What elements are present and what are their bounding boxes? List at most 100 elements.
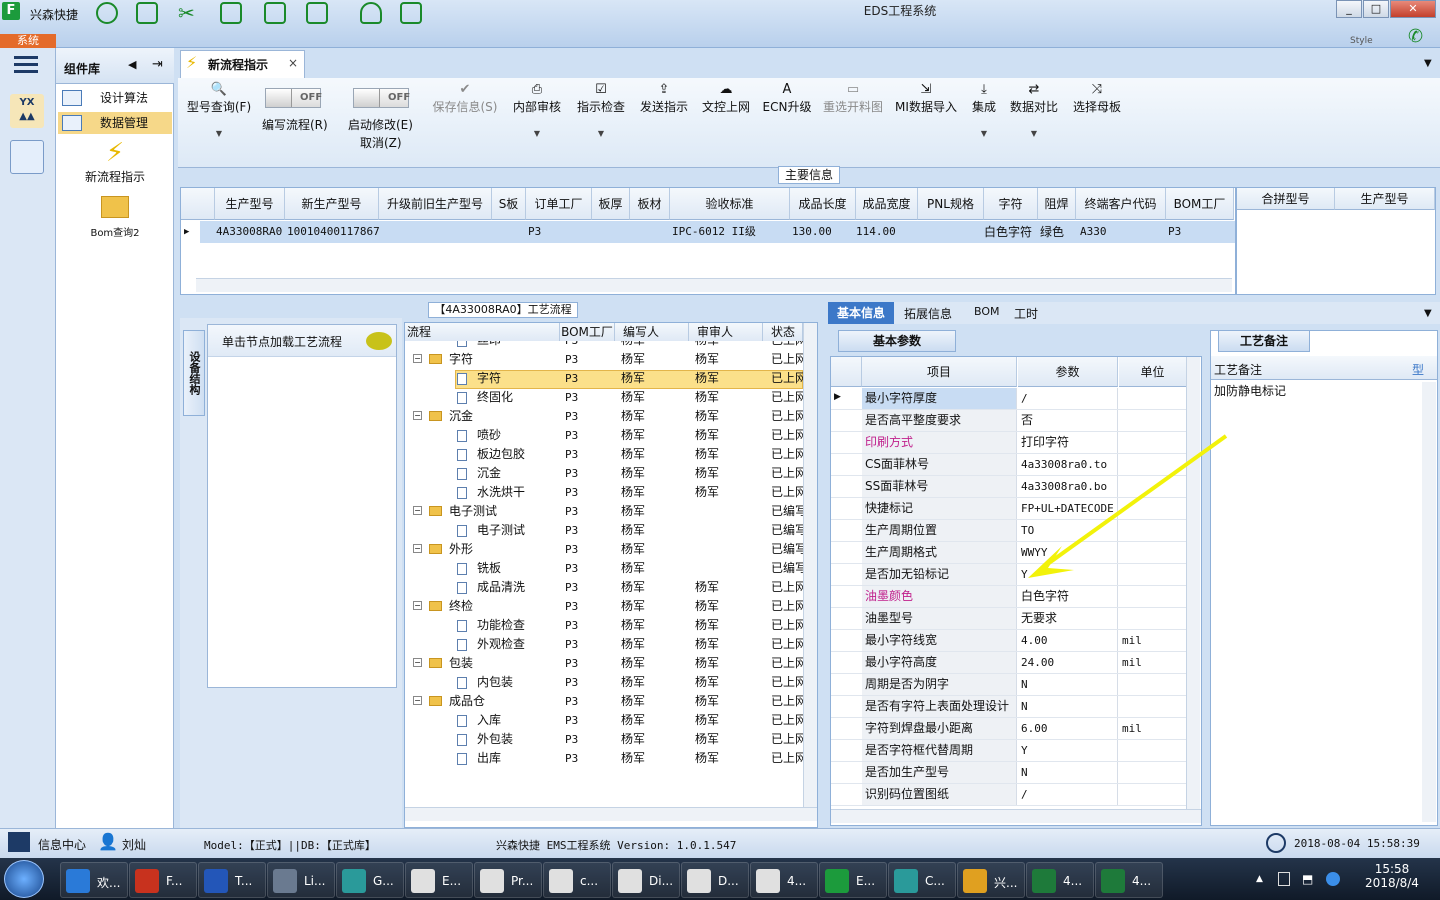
chevron-down-icon[interactable]: ▼ <box>1424 58 1432 69</box>
taskbar-item[interactable]: E... <box>819 862 887 898</box>
taskbar-item[interactable]: Li... <box>267 862 335 898</box>
taskbar-item[interactable]: 兴... <box>957 862 1025 898</box>
system-tab[interactable]: 系统 <box>0 34 56 48</box>
doc-upload-button[interactable]: ☁ 文控上网 <box>700 82 752 115</box>
save-info-button[interactable]: ✔ 保存信息(S) <box>430 82 500 115</box>
component-item-design-algorithm[interactable]: 设计算法 <box>58 87 172 109</box>
parameter-value[interactable]: Y <box>1018 740 1118 761</box>
select-motherboard-button[interactable]: ⤨ 选择母板 <box>1070 82 1124 115</box>
parameter-value[interactable]: 6.00 <box>1018 718 1118 739</box>
column-header[interactable]: 合拼型号 <box>1237 188 1335 210</box>
parameter-row[interactable]: 油墨型号 无要求 <box>831 608 1186 630</box>
collapse-toggle-icon[interactable]: − <box>413 601 422 610</box>
taskbar-item[interactable]: 欢... <box>60 862 128 898</box>
collapse-toggle-icon[interactable]: − <box>413 658 422 667</box>
tab-work-hours[interactable]: 工时 <box>1014 305 1038 322</box>
collapse-left-icon[interactable]: ◀ <box>128 58 136 71</box>
parameter-row[interactable]: 字符到焊盘最小距离 6.00 mil <box>831 718 1186 740</box>
tab-close-icon[interactable]: × <box>288 56 298 70</box>
pin-icon[interactable]: ⇥ <box>152 57 163 72</box>
tray-app-icon[interactable] <box>1326 872 1340 886</box>
parameter-row[interactable]: 识别码位置图纸 / <box>831 784 1186 806</box>
taskbar-item[interactable]: c... <box>543 862 611 898</box>
column-header[interactable]: PNL规格 <box>918 188 984 220</box>
basic-parameter-title[interactable]: 基本参数 <box>838 330 956 352</box>
parameter-value[interactable]: N <box>1018 762 1118 783</box>
menu-icon[interactable] <box>14 56 38 74</box>
column-header[interactable]: 单位 <box>1119 357 1187 387</box>
column-header[interactable]: 板厚 <box>592 188 630 220</box>
taskbar-item[interactable]: Di... <box>612 862 680 898</box>
horizontal-scrollbar[interactable] <box>405 807 817 821</box>
taskbar-item[interactable]: 4... <box>1026 862 1094 898</box>
parameter-row[interactable]: 是否高平整度要求否 <box>831 410 1186 432</box>
cancel-button[interactable]: 取消(Z) <box>360 134 402 151</box>
column-header[interactable]: 生产型号 <box>215 188 285 220</box>
parameter-row[interactable]: 是否有字符上表面处理设计 N <box>831 696 1186 718</box>
taskbar-item[interactable]: Pr... <box>474 862 542 898</box>
column-header[interactable]: 验收标准 <box>670 188 790 220</box>
tree-row[interactable]: − 电子测试 P3 杨军 已编写 <box>405 502 803 521</box>
taskbar-item[interactable]: F... <box>129 862 197 898</box>
parameter-value[interactable]: / <box>1018 784 1118 805</box>
calendar-icon[interactable] <box>10 140 44 174</box>
column-header[interactable]: BOM工厂 <box>560 323 615 341</box>
phone-icon[interactable]: ✆ <box>1408 26 1423 47</box>
tree-row[interactable]: 板边包胶 P3 杨军 杨军 已上网 <box>405 445 803 464</box>
column-header[interactable]: 新生产型号 <box>285 188 379 220</box>
tab-extended-info[interactable]: 拓展信息 <box>904 305 952 322</box>
send-indicator-button[interactable]: ⇪ 发送指示 <box>638 82 690 115</box>
tray-expand-icon[interactable]: ▲ <box>1256 874 1263 884</box>
tree-row[interactable]: 外包装 P3 杨军 杨军 已上网 <box>405 730 803 749</box>
edit-flow-toggle[interactable]: OFF <box>265 88 322 108</box>
yx-module-icon[interactable]: YX ▲▲ <box>10 94 44 128</box>
parameter-row[interactable]: ▶ 最小字符厚度 / <box>831 388 1186 410</box>
horizontal-scrollbar[interactable] <box>196 278 1232 292</box>
parameter-row[interactable]: 最小字符线宽 4.00 mil <box>831 630 1186 652</box>
parameter-value[interactable]: N <box>1018 674 1118 695</box>
tree-row[interactable]: 喷砂 P3 杨军 杨军 已上网 <box>405 426 803 445</box>
column-header[interactable]: 升级前旧生产型号 <box>379 188 492 220</box>
parameter-value[interactable]: 无要求 <box>1018 608 1118 629</box>
collapse-toggle-icon[interactable]: − <box>413 506 422 515</box>
tree-row[interactable]: 终固化 P3 杨军 杨军 已上网 <box>405 388 803 407</box>
column-header[interactable]: 状态 <box>763 323 803 341</box>
horizontal-scrollbar[interactable] <box>831 809 1201 823</box>
tree-row[interactable]: − 成品仓 P3 杨军 杨军 已上网 <box>405 692 803 711</box>
collapse-toggle-icon[interactable]: − <box>413 354 422 363</box>
column-header[interactable]: 成品长度 <box>790 188 856 220</box>
reselect-cut-drawing-button[interactable]: ▭ 重选开料图 <box>820 82 886 115</box>
tree-row[interactable]: − 包装 P3 杨军 杨军 已上网 <box>405 654 803 673</box>
column-header[interactable]: S板 <box>492 188 526 220</box>
parameter-row[interactable]: 最小字符高度 24.00 mil <box>831 652 1186 674</box>
data-compare-button[interactable]: ⇄ 数据对比 ▼ <box>1008 82 1060 138</box>
vertical-scrollbar[interactable] <box>1422 382 1436 822</box>
model-query-button[interactable]: 🔍 型号查询(F) ▼ <box>184 82 254 138</box>
start-button[interactable] <box>4 860 44 898</box>
column-header[interactable]: 流程 <box>405 323 560 341</box>
bom-query2-item[interactable]: Bom查询2 <box>60 196 170 239</box>
tree-row[interactable]: 入库 P3 杨军 杨军 已上网 <box>405 711 803 730</box>
parameter-value[interactable]: / <box>1018 388 1118 409</box>
taskbar-item[interactable]: D... <box>681 862 749 898</box>
column-header[interactable]: 终端客户代码 <box>1076 188 1166 220</box>
tab-basic-info[interactable]: 基本信息 <box>828 302 894 324</box>
column-header[interactable]: 字符 <box>984 188 1038 220</box>
windows-grid-icon[interactable] <box>8 832 30 852</box>
taskbar-item[interactable]: C... <box>888 862 956 898</box>
internal-review-button[interactable]: ⎙ 内部审核 ▼ <box>512 82 562 138</box>
tree-row[interactable]: 水洗烘干 P3 杨军 杨军 已上网 <box>405 483 803 502</box>
close-button[interactable]: ✕ <box>1390 0 1436 18</box>
parameter-value[interactable]: 否 <box>1018 410 1118 431</box>
action-center-icon[interactable] <box>1278 872 1290 886</box>
collapse-toggle-icon[interactable]: − <box>413 411 422 420</box>
tree-row[interactable]: 丝印P3杨军杨军已上网 <box>405 341 803 350</box>
column-header[interactable]: 参数 <box>1018 357 1118 387</box>
indicator-check-button[interactable]: ☑ 指示检查 ▼ <box>576 82 626 138</box>
tree-row[interactable]: 电子测试 P3 杨军 已编写 <box>405 521 803 540</box>
taskbar-item[interactable]: 4... <box>1095 862 1163 898</box>
column-header[interactable]: 生产型号 <box>1335 188 1435 210</box>
column-header[interactable]: 订单工厂 <box>526 188 592 220</box>
new-flow-indicator-item[interactable]: ⚡ 新流程指示 <box>60 138 170 185</box>
parameter-value[interactable]: N <box>1018 696 1118 717</box>
